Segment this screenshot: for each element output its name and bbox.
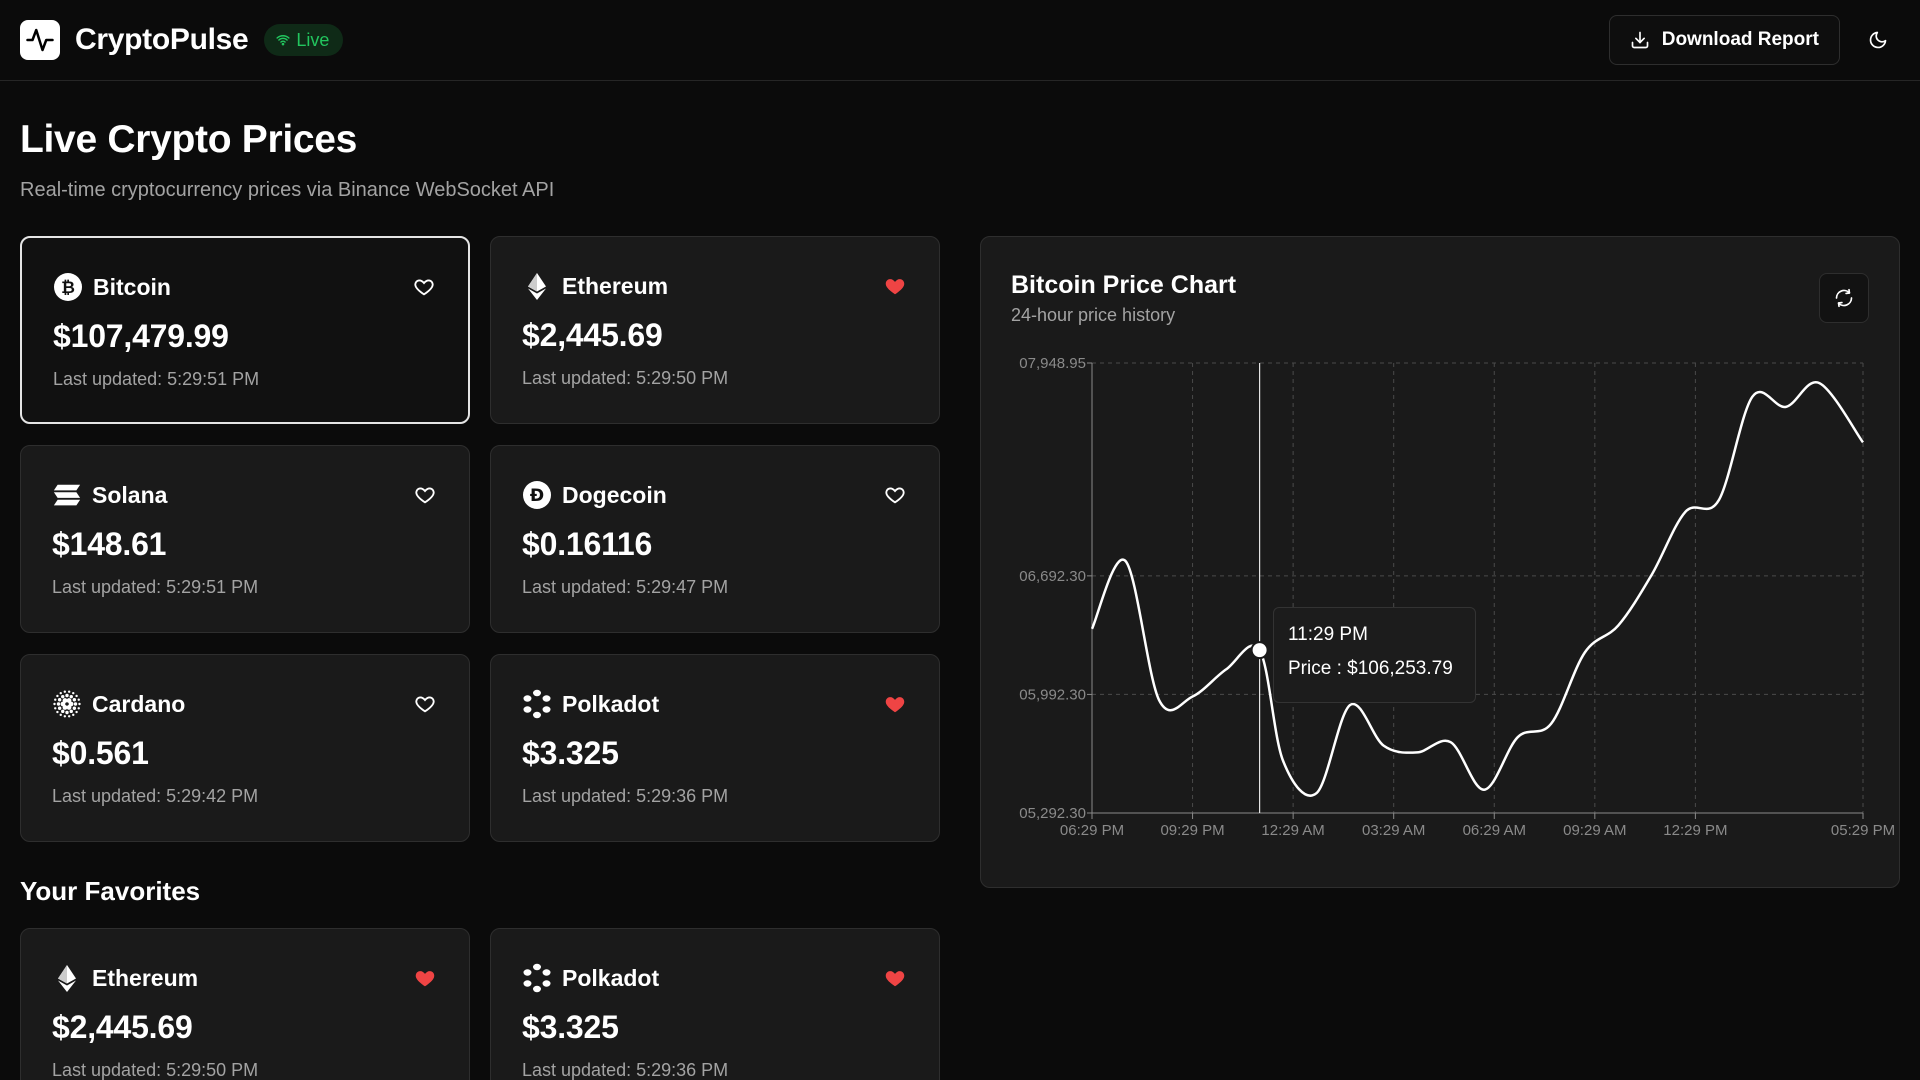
- coin-price: $107,479.99: [53, 318, 229, 354]
- coin-price: $3.325: [522, 1009, 619, 1045]
- svg-text:₿: ₿: [61, 278, 75, 298]
- cardano-icon: [52, 689, 82, 719]
- wifi-icon: [276, 35, 290, 46]
- coin-name: Ethereum: [92, 964, 199, 991]
- y-tick-label: 05,292.30: [1019, 805, 1086, 822]
- coin-card-header: Ethereum: [522, 271, 908, 301]
- polkadot-icon: [522, 689, 552, 719]
- coin-name: Dogecoin: [562, 481, 667, 508]
- x-tick-label: 06:29 PM: [1060, 822, 1124, 839]
- coin-name: Polkadot: [562, 690, 660, 717]
- coin-last-updated: Last updated: 5:29:51 PM: [52, 577, 259, 597]
- y-tick-label: 07,948.95: [1019, 355, 1086, 372]
- price-chart-panel: Bitcoin Price Chart 24-hour price histor…: [980, 236, 1900, 888]
- polkadot-icon: [522, 963, 552, 993]
- theme-toggle-button[interactable]: [1856, 18, 1900, 62]
- coin-card-ethereum[interactable]: Ethereum $2,445.69 Last updated: 5:29:50 P…: [20, 928, 470, 1080]
- live-label: Live: [296, 29, 330, 50]
- x-tick-label: 05:29 PM: [1831, 822, 1895, 839]
- coin-last-updated: Last updated: 5:29:51 PM: [53, 369, 260, 389]
- x-tick-label: 06:29 AM: [1463, 822, 1526, 839]
- coin-card-header: Polkadot: [522, 689, 908, 719]
- x-tick-label: 03:29 AM: [1362, 822, 1425, 839]
- heart-outline-icon[interactable]: [412, 691, 438, 717]
- coin-price: $3.325: [522, 735, 619, 771]
- coin-price: $2,445.69: [522, 317, 663, 353]
- coin-card-polkadot[interactable]: Polkadot $3.325 Last updated: 5:29:36 PM: [490, 654, 940, 842]
- top-header: CryptoPulse Live Download Report: [0, 0, 1920, 81]
- y-tick-label: 05,992.30: [1019, 686, 1086, 703]
- coin-last-updated: Last updated: 5:29:42 PM: [52, 786, 259, 806]
- page-subtitle: Real-time cryptocurrency prices via Bina…: [20, 179, 555, 201]
- coin-price: $0.16116: [522, 526, 653, 562]
- coin-last-updated: Last updated: 5:29:50 PM: [52, 1060, 259, 1080]
- price-series-line: [1090, 381, 1865, 797]
- coin-card-polkadot[interactable]: Polkadot $3.325 Last updated: 5:29:36 PM: [490, 928, 940, 1080]
- download-icon: [1631, 31, 1649, 49]
- coin-card-header: Cardano: [52, 689, 438, 719]
- coin-name: Polkadot: [562, 964, 660, 991]
- coin-name: Solana: [92, 481, 168, 508]
- heart-outline-icon[interactable]: [411, 274, 437, 300]
- coin-last-updated: Last updated: 5:29:47 PM: [522, 577, 729, 597]
- download-report-label: Download Report: [1661, 29, 1819, 50]
- coin-card-cardano[interactable]: Cardano $0.561 Last updated: 5:29:42 PM: [20, 654, 470, 842]
- pulse-icon: [26, 28, 54, 52]
- svg-text:Đ: Đ: [530, 486, 544, 506]
- heart-filled-icon[interactable]: [412, 965, 438, 991]
- coin-name: Bitcoin: [93, 273, 171, 300]
- x-tick-label: 09:29 AM: [1563, 822, 1626, 839]
- page-title: Live Crypto Prices: [20, 118, 358, 161]
- favorites-title: Your Favorites: [20, 876, 201, 906]
- tooltip-time: 11:29 PM: [1288, 624, 1368, 645]
- tooltip-price: Price : $106,253.79: [1288, 658, 1453, 679]
- x-tick-label: 12:29 PM: [1663, 822, 1727, 839]
- coin-last-updated: Last updated: 5:29:36 PM: [522, 786, 729, 806]
- logo[interactable]: [20, 20, 60, 60]
- heart-filled-icon[interactable]: [882, 965, 908, 991]
- ethereum-icon: [522, 271, 552, 301]
- price-line-chart[interactable]: 07,948.9506,692.3005,992.3005,292.3006:2…: [981, 237, 1901, 889]
- coin-price: $148.61: [52, 526, 167, 562]
- x-tick-label: 09:29 PM: [1160, 822, 1224, 839]
- coin-card-header: Ethereum: [52, 963, 438, 993]
- hover-point: [1250, 641, 1269, 660]
- ethereum-icon: [52, 963, 82, 993]
- coin-card-solana[interactable]: Solana $148.61 Last updated: 5:29:51 PM: [20, 445, 470, 633]
- x-tick-label: 12:29 AM: [1261, 822, 1324, 839]
- coin-price: $0.561: [52, 735, 149, 771]
- coin-card-header: Solana: [52, 480, 438, 510]
- coin-name: Ethereum: [562, 272, 669, 299]
- heart-outline-icon[interactable]: [412, 482, 438, 508]
- coin-card-bitcoin[interactable]: ₿ Bitcoin $107,479.99 Last updated: 5:29:51…: [20, 236, 470, 424]
- chart-tooltip: 11:29 PM Price : $106,253.79: [1273, 607, 1476, 703]
- coin-last-updated: Last updated: 5:29:36 PM: [522, 1060, 729, 1080]
- dogecoin-icon: Đ: [522, 480, 552, 510]
- moon-icon: [1869, 31, 1887, 49]
- coin-last-updated: Last updated: 5:29:50 PM: [522, 368, 729, 388]
- download-report-button[interactable]: Download Report: [1608, 15, 1840, 65]
- brand-name: CryptoPulse: [75, 23, 249, 56]
- coin-card-ethereum[interactable]: Ethereum $2,445.69 Last updated: 5:29:50 P…: [490, 236, 940, 424]
- heart-filled-icon[interactable]: [882, 691, 908, 717]
- coin-name: Cardano: [92, 690, 186, 717]
- coin-card-header: Đ Dogecoin: [522, 480, 908, 510]
- coin-card-header: ₿ Bitcoin: [53, 272, 437, 302]
- coin-card-dogecoin[interactable]: Đ Dogecoin $0.16116 Last updated: 5:29:47 P…: [490, 445, 940, 633]
- live-status-badge: Live: [264, 24, 344, 56]
- solana-icon: [52, 480, 82, 510]
- bitcoin-icon: ₿: [53, 272, 83, 302]
- heart-outline-icon[interactable]: [882, 482, 908, 508]
- heart-filled-icon[interactable]: [882, 273, 908, 299]
- y-tick-label: 06,692.30: [1019, 568, 1086, 585]
- coin-card-header: Polkadot: [522, 963, 908, 993]
- coin-price: $2,445.69: [52, 1009, 193, 1045]
